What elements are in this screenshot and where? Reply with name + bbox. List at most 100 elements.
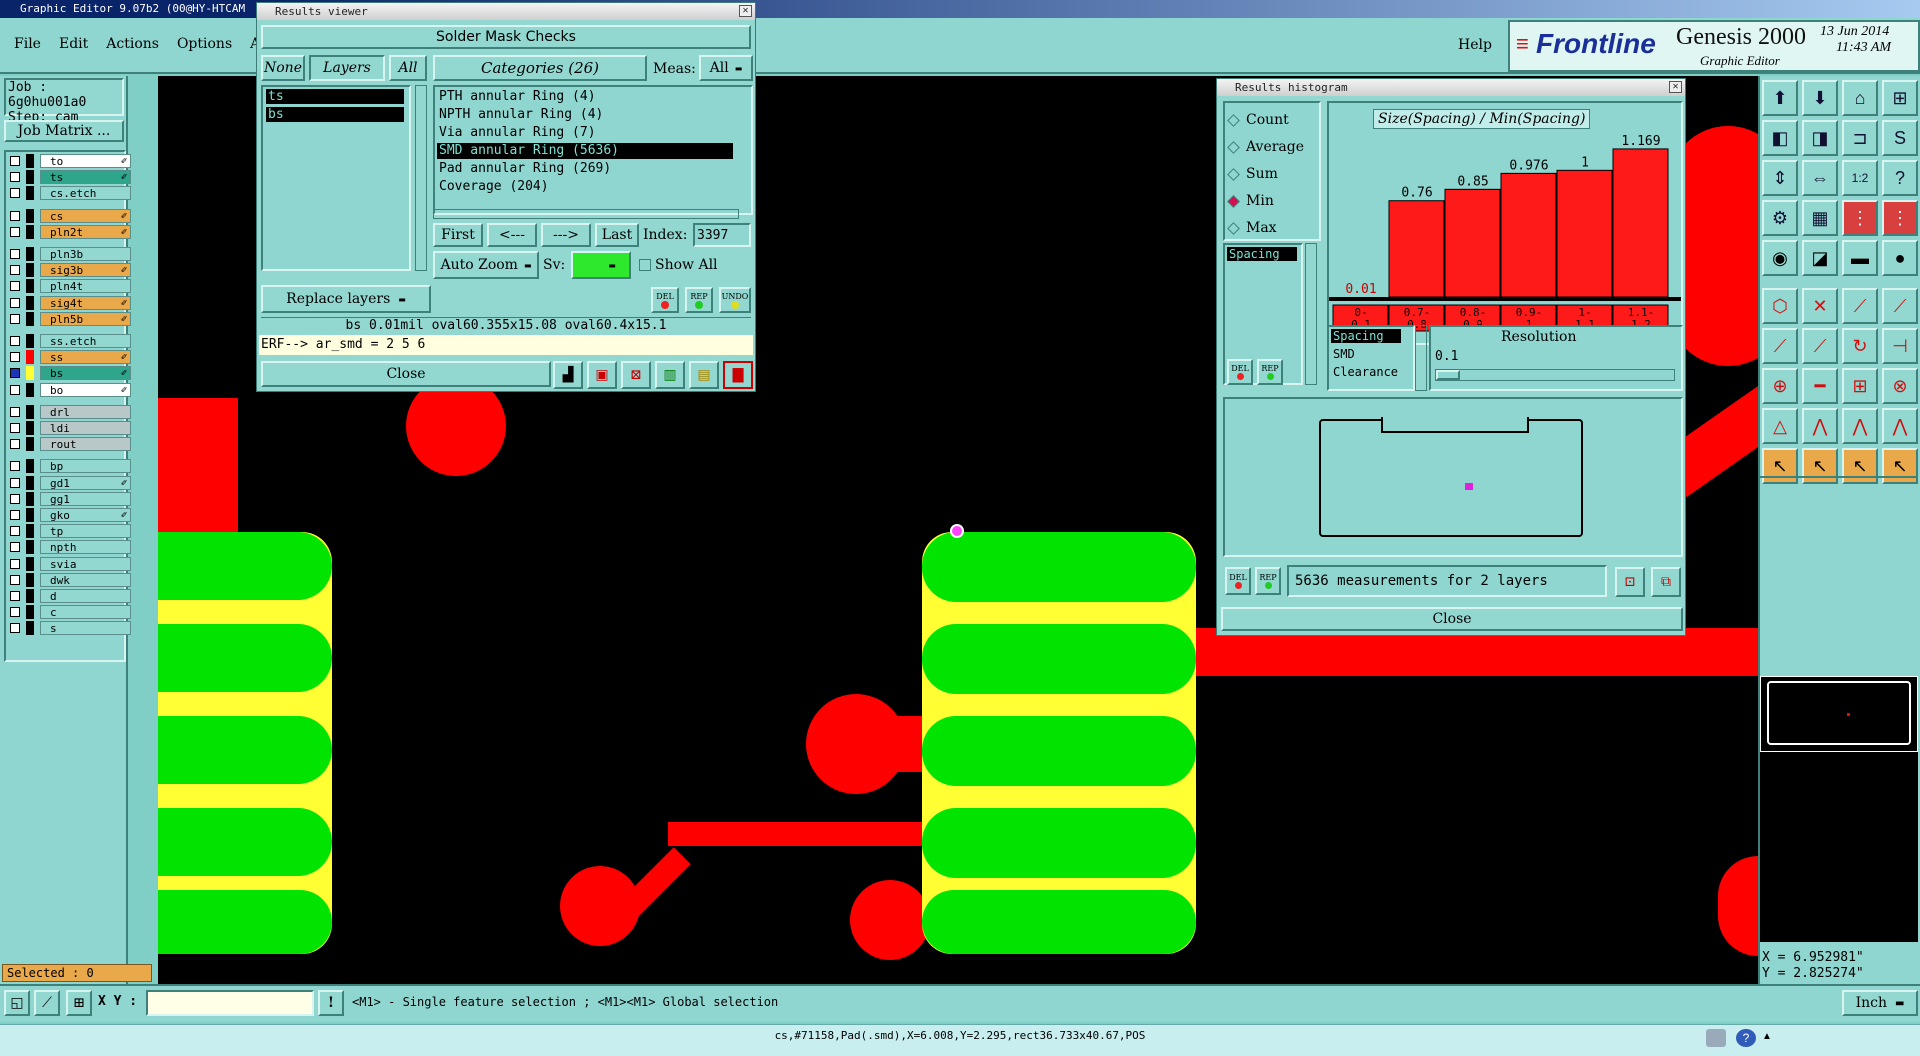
prev-button[interactable]: <--- [487, 223, 537, 247]
layer-row[interactable]: tp [8, 524, 131, 539]
job-matrix-button[interactable]: Job Matrix ... [4, 120, 124, 142]
layer-row[interactable]: s [8, 621, 131, 636]
printer-icon[interactable] [1706, 1029, 1726, 1047]
layer-color-swatch[interactable] [26, 421, 34, 435]
radio-icon[interactable] [1227, 140, 1240, 154]
layer-color-swatch[interactable] [26, 589, 34, 603]
layer-color-swatch[interactable] [26, 404, 34, 419]
pointer-icon[interactable]: ↖ [1802, 448, 1838, 484]
stat-option[interactable]: Sum [1227, 165, 1278, 183]
rep-button[interactable]: REP [685, 287, 713, 313]
layer-name[interactable]: sig3b ✐ [40, 263, 131, 278]
list-item[interactable]: SMD [1333, 347, 1355, 361]
histogram-bar[interactable] [1556, 169, 1613, 298]
scrollbar[interactable] [415, 85, 427, 271]
layer-color-swatch[interactable] [26, 334, 34, 348]
xy-input[interactable] [146, 990, 314, 1016]
help-menu[interactable]: Help [1458, 37, 1492, 53]
layer-color-swatch[interactable] [26, 524, 34, 539]
arc-icon[interactable]: ⋀ [1842, 408, 1878, 444]
close-button[interactable]: Close [1221, 607, 1683, 631]
layer-row[interactable]: npth [8, 540, 131, 555]
layer-row[interactable]: gko ✐ [8, 508, 131, 522]
frame-icon[interactable]: ⊞ [1842, 368, 1878, 404]
zoom-box-icon[interactable]: ◱ [4, 990, 30, 1016]
layer-color-swatch[interactable] [26, 605, 34, 620]
layer-checkbox[interactable] [10, 574, 20, 585]
bracket-icon[interactable]: ⊐ [1842, 120, 1878, 156]
layer-name[interactable]: ts ✐ [40, 170, 131, 185]
layer-checkbox[interactable] [10, 439, 20, 450]
layer-name[interactable]: c [40, 605, 131, 620]
category-item[interactable]: Pad annular Ring (269) [437, 161, 733, 177]
layer-name[interactable]: d [40, 589, 131, 603]
layer-checkbox[interactable] [10, 384, 20, 395]
list-item[interactable]: ts [266, 89, 404, 104]
layer-color-swatch[interactable] [26, 247, 34, 261]
list-item[interactable]: Clearance [1333, 365, 1398, 379]
layer-name[interactable]: gd1 ✐ [40, 475, 131, 490]
net-icon[interactable]: ⬡ [1762, 288, 1798, 324]
layer-row[interactable]: pln4t [8, 279, 131, 294]
layer-checkbox[interactable] [10, 313, 20, 324]
layer-name[interactable]: ldi [40, 421, 131, 435]
layer-color-swatch[interactable] [26, 170, 34, 185]
layer-name[interactable]: ss.etch [40, 334, 131, 348]
board-preview[interactable] [1223, 397, 1683, 557]
pointer-icon[interactable]: ↖ [1882, 448, 1918, 484]
layer-name[interactable]: sig4t ✐ [40, 295, 131, 310]
layer-checkbox[interactable] [10, 423, 20, 433]
snap-icon[interactable]: ⊞ [66, 990, 92, 1016]
layer-name[interactable]: gg1 [40, 491, 131, 506]
list-item[interactable]: Spacing [1331, 329, 1401, 343]
rep-button[interactable]: REP [1255, 567, 1281, 595]
fit-vertical-icon[interactable]: ⇕ [1762, 160, 1798, 196]
replace-layers-select[interactable]: Replace layers ▬ [261, 285, 431, 313]
resolution-slider[interactable] [1435, 369, 1675, 381]
alert-icon[interactable]: ! [318, 990, 344, 1016]
bar-icon[interactable]: ⋮ [1842, 200, 1878, 236]
layer-color-swatch[interactable] [26, 154, 34, 168]
layer-row[interactable]: c [8, 605, 131, 620]
layer-checkbox[interactable] [10, 493, 20, 504]
layer-row[interactable]: pln2t ✐ [8, 224, 131, 239]
zoom-area-icon[interactable]: ⧉ [1651, 567, 1681, 597]
line-icon[interactable]: ⟋ [1882, 288, 1918, 324]
layer-checkbox[interactable] [10, 526, 20, 537]
bar-icon[interactable]: ⋮ [1882, 200, 1918, 236]
layer-checkbox[interactable] [10, 336, 20, 346]
layer-checkbox[interactable] [10, 172, 20, 183]
layer-color-swatch[interactable] [26, 437, 34, 452]
meas-select[interactable]: All ▬ [699, 55, 753, 81]
layer-row[interactable]: cs ✐ [8, 208, 131, 223]
layer-name[interactable]: ss ✐ [40, 350, 131, 365]
categories-header[interactable]: Categories (26) [433, 55, 647, 81]
pointer-icon[interactable]: ↖ [1762, 448, 1798, 484]
panel-left-icon[interactable]: ◧ [1762, 120, 1798, 156]
trace-icon[interactable]: ━ [1802, 368, 1838, 404]
category-item[interactable]: PTH annular Ring (4) [437, 89, 733, 105]
layer-row[interactable]: svia [8, 556, 131, 571]
stat-option[interactable]: Count [1227, 111, 1289, 129]
layer-row[interactable]: rout [8, 437, 131, 452]
tab-layers[interactable]: Layers [309, 55, 385, 81]
layer-color-swatch[interactable] [26, 366, 34, 381]
layer-name[interactable]: cs ✐ [40, 208, 131, 223]
histogram-icon[interactable]: ▇ [723, 361, 753, 389]
layer-checkbox[interactable] [10, 210, 20, 221]
layer-name[interactable]: bo ✐ [40, 382, 131, 397]
layer-row[interactable]: bp [8, 459, 131, 474]
layer-checkbox[interactable] [10, 510, 20, 520]
histogram-bar[interactable] [1500, 172, 1557, 298]
layer-name[interactable]: to ✐ [40, 154, 131, 168]
menu-item[interactable]: Options [177, 36, 232, 56]
layer-color-swatch[interactable] [26, 263, 34, 278]
delete-icon[interactable]: ⊠ [621, 361, 651, 389]
layer-checkbox[interactable] [10, 406, 20, 417]
tab-all[interactable]: All [389, 55, 427, 81]
layer-color-swatch[interactable] [26, 459, 34, 474]
layer-name[interactable]: dwk [40, 572, 131, 587]
stat-option[interactable]: Max [1227, 219, 1277, 237]
layer-row[interactable]: cs.etch [8, 186, 131, 201]
panel-right-icon[interactable]: ◨ [1802, 120, 1838, 156]
